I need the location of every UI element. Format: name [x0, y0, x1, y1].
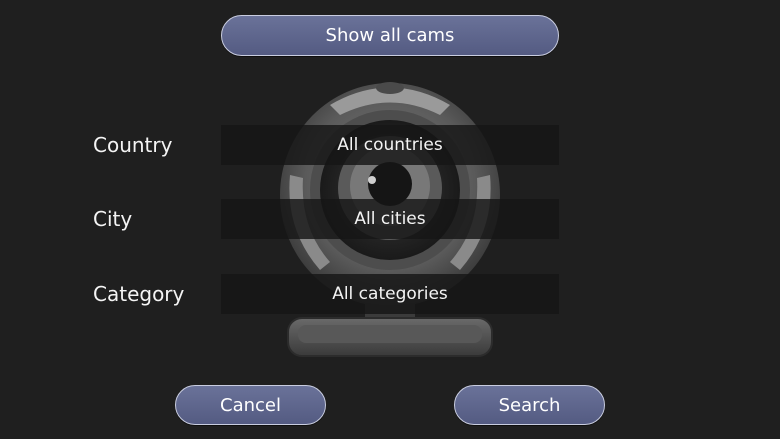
category-selector[interactable]: All categories	[221, 274, 559, 314]
search-button[interactable]: Search	[454, 385, 605, 425]
city-label: City	[93, 207, 133, 231]
category-label: Category	[93, 282, 185, 306]
country-label: Country	[93, 133, 173, 157]
cancel-button[interactable]: Cancel	[175, 385, 326, 425]
city-selector[interactable]: All cities	[221, 199, 559, 239]
webcam-search-screen: Show all cams Country All countries City…	[0, 0, 780, 439]
show-all-cams-button[interactable]: Show all cams	[221, 15, 559, 56]
country-selector[interactable]: All countries	[221, 125, 559, 165]
